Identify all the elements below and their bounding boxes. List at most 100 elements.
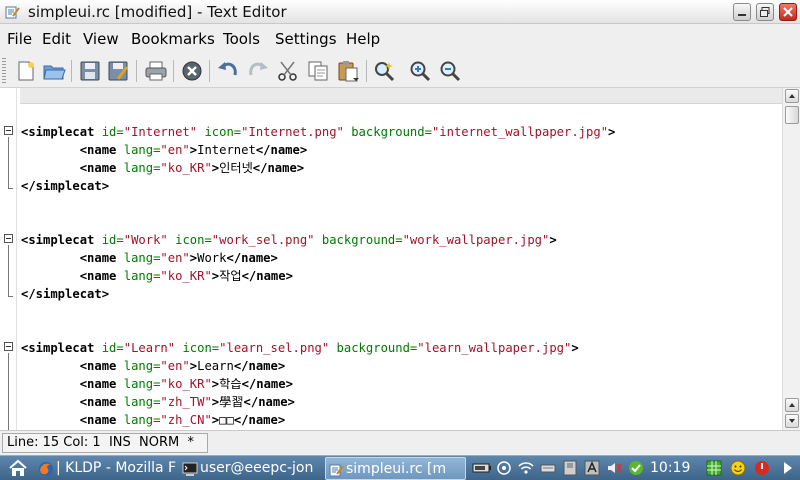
code-token-tag: </name>	[241, 269, 293, 283]
zoom-in-icon[interactable]	[408, 59, 432, 83]
code-line[interactable]: </simplecat>	[21, 177, 109, 195]
code-token-val: "Internet"	[123, 125, 198, 139]
spreadsheet-icon[interactable]	[706, 460, 722, 476]
code-line[interactable]: <name lang="en">Internet</name>	[21, 141, 308, 159]
volume-icon[interactable]	[606, 460, 622, 476]
folding-gutter[interactable]	[0, 88, 16, 430]
toolbar-separator	[173, 60, 174, 82]
open-folder-icon[interactable]	[42, 59, 66, 83]
cut-icon[interactable]	[276, 59, 300, 83]
play-arrow-icon[interactable]	[780, 460, 794, 476]
code-token-val: "learn_wallpaper.jpg"	[417, 341, 572, 355]
maximize-button[interactable]	[756, 3, 774, 21]
save-as-icon[interactable]	[106, 59, 130, 83]
code-line[interactable]: <name lang="ko_KR">작업</name>	[21, 267, 293, 285]
code-token-attr: id=	[101, 125, 124, 139]
print-icon[interactable]	[144, 59, 168, 83]
new-document-icon[interactable]	[14, 59, 38, 83]
code-token-txt: Learn	[197, 359, 234, 373]
save-icon[interactable]	[78, 59, 102, 83]
code-token-attr: lang=	[123, 395, 161, 409]
menu-file[interactable]: File	[7, 30, 32, 48]
code-token-val: "ko_KR"	[160, 161, 212, 175]
clock[interactable]: 10:19	[650, 457, 690, 479]
find-icon[interactable]	[372, 59, 396, 83]
home-icon[interactable]	[8, 459, 28, 477]
task-button-text-editor[interactable]: simpleui.rc [m	[325, 457, 466, 480]
code-token-tag: </simplecat>	[21, 287, 110, 301]
menu-view[interactable]: View	[83, 30, 119, 48]
code-line[interactable]: <name lang="zh_CN">□□</name>	[21, 411, 286, 429]
code-token-attr: background=	[351, 125, 432, 139]
code-token-attr: lang=	[123, 359, 161, 373]
code-line[interactable]: <simplecat id="Work" icon="work_sel.png"…	[21, 231, 557, 249]
network-icon[interactable]	[496, 460, 512, 476]
scroll-down-button[interactable]	[785, 414, 799, 428]
scroll-up-button[interactable]	[785, 89, 799, 103]
code-line[interactable]: <name lang="zh_TW">學習</name>	[21, 393, 295, 411]
code-token-attr: icon=	[204, 125, 242, 139]
code-token-attr: id=	[101, 233, 124, 247]
scroll-up-button-lower[interactable]	[785, 398, 799, 412]
code-token-attr: lang=	[123, 161, 161, 175]
code-line[interactable]: <simplecat id="Learn" icon="learn_sel.pn…	[21, 339, 579, 357]
fold-marker[interactable]	[4, 126, 13, 135]
smiley-icon[interactable]	[730, 460, 746, 476]
text-editor-icon	[4, 4, 20, 20]
toolbar-grip[interactable]	[2, 58, 6, 84]
code-line[interactable]: <name lang="ko_KR">학습</name>	[21, 375, 293, 393]
menu-settings[interactable]: Settings	[275, 30, 337, 48]
code-token-attr: lang=	[123, 251, 161, 265]
scroll-thumb[interactable]	[785, 106, 799, 124]
task-button-terminal[interactable]: user@eeepc-jon	[180, 457, 323, 480]
minimize-button[interactable]	[733, 3, 751, 21]
code-token-val: "work_wallpaper.jpg"	[402, 233, 550, 247]
menu-help[interactable]: Help	[346, 30, 380, 48]
copy-icon[interactable]	[306, 59, 330, 83]
wifi-icon[interactable]	[518, 460, 534, 476]
code-token-txt: 학습	[219, 377, 242, 391]
fold-marker[interactable]	[4, 234, 13, 243]
task-button-firefox[interactable]: | KLDP - Mozilla F	[36, 457, 180, 480]
code-token-tag: <name	[79, 377, 124, 391]
battery-icon[interactable]	[472, 460, 492, 476]
menu-bookmarks[interactable]: Bookmarks	[131, 30, 215, 48]
code-line[interactable]: <name lang="ko_KR">인터넷</name>	[21, 159, 304, 177]
code-line[interactable]: <name lang="en">Learn</name>	[21, 357, 285, 375]
redo-icon[interactable]	[246, 59, 270, 83]
code-token-val: "internet_wallpaper.jpg"	[431, 125, 609, 139]
fold-end	[9, 188, 13, 189]
disk-icon[interactable]	[562, 460, 578, 476]
close-button[interactable]	[779, 3, 797, 21]
code-token-tag: <name	[79, 251, 124, 265]
undo-icon[interactable]	[216, 59, 240, 83]
menu-edit[interactable]: Edit	[42, 30, 71, 48]
power-icon[interactable]	[754, 460, 770, 476]
menu-tools[interactable]: Tools	[223, 30, 260, 48]
fold-line	[8, 353, 9, 430]
code-line[interactable]: </simplecat>	[21, 285, 109, 303]
firefox-icon	[38, 461, 54, 477]
code-token-val: "en"	[160, 143, 190, 157]
vertical-scrollbar[interactable]	[782, 88, 800, 430]
paste-icon[interactable]	[336, 59, 360, 83]
code-token-val: "work_sel.png"	[211, 233, 315, 247]
editor-area[interactable]: <simplecat id="Internet" icon="Internet.…	[0, 88, 800, 430]
fold-marker[interactable]	[4, 342, 13, 351]
update-check-icon[interactable]	[628, 460, 644, 476]
zoom-out-icon[interactable]	[438, 59, 462, 83]
code-token-tag: </name>	[255, 143, 308, 157]
close-document-icon[interactable]	[180, 59, 204, 83]
text-editor-icon	[328, 462, 344, 478]
code-line[interactable]: <simplecat id="Internet" icon="Internet.…	[21, 123, 615, 141]
input-method-icon[interactable]	[584, 460, 600, 476]
code-token-tag: </name>	[241, 377, 293, 391]
keyboard-icon[interactable]	[540, 460, 556, 476]
code-line[interactable]: <name lang="en">Work</name>	[21, 249, 278, 267]
toolbar-separator	[71, 60, 72, 82]
